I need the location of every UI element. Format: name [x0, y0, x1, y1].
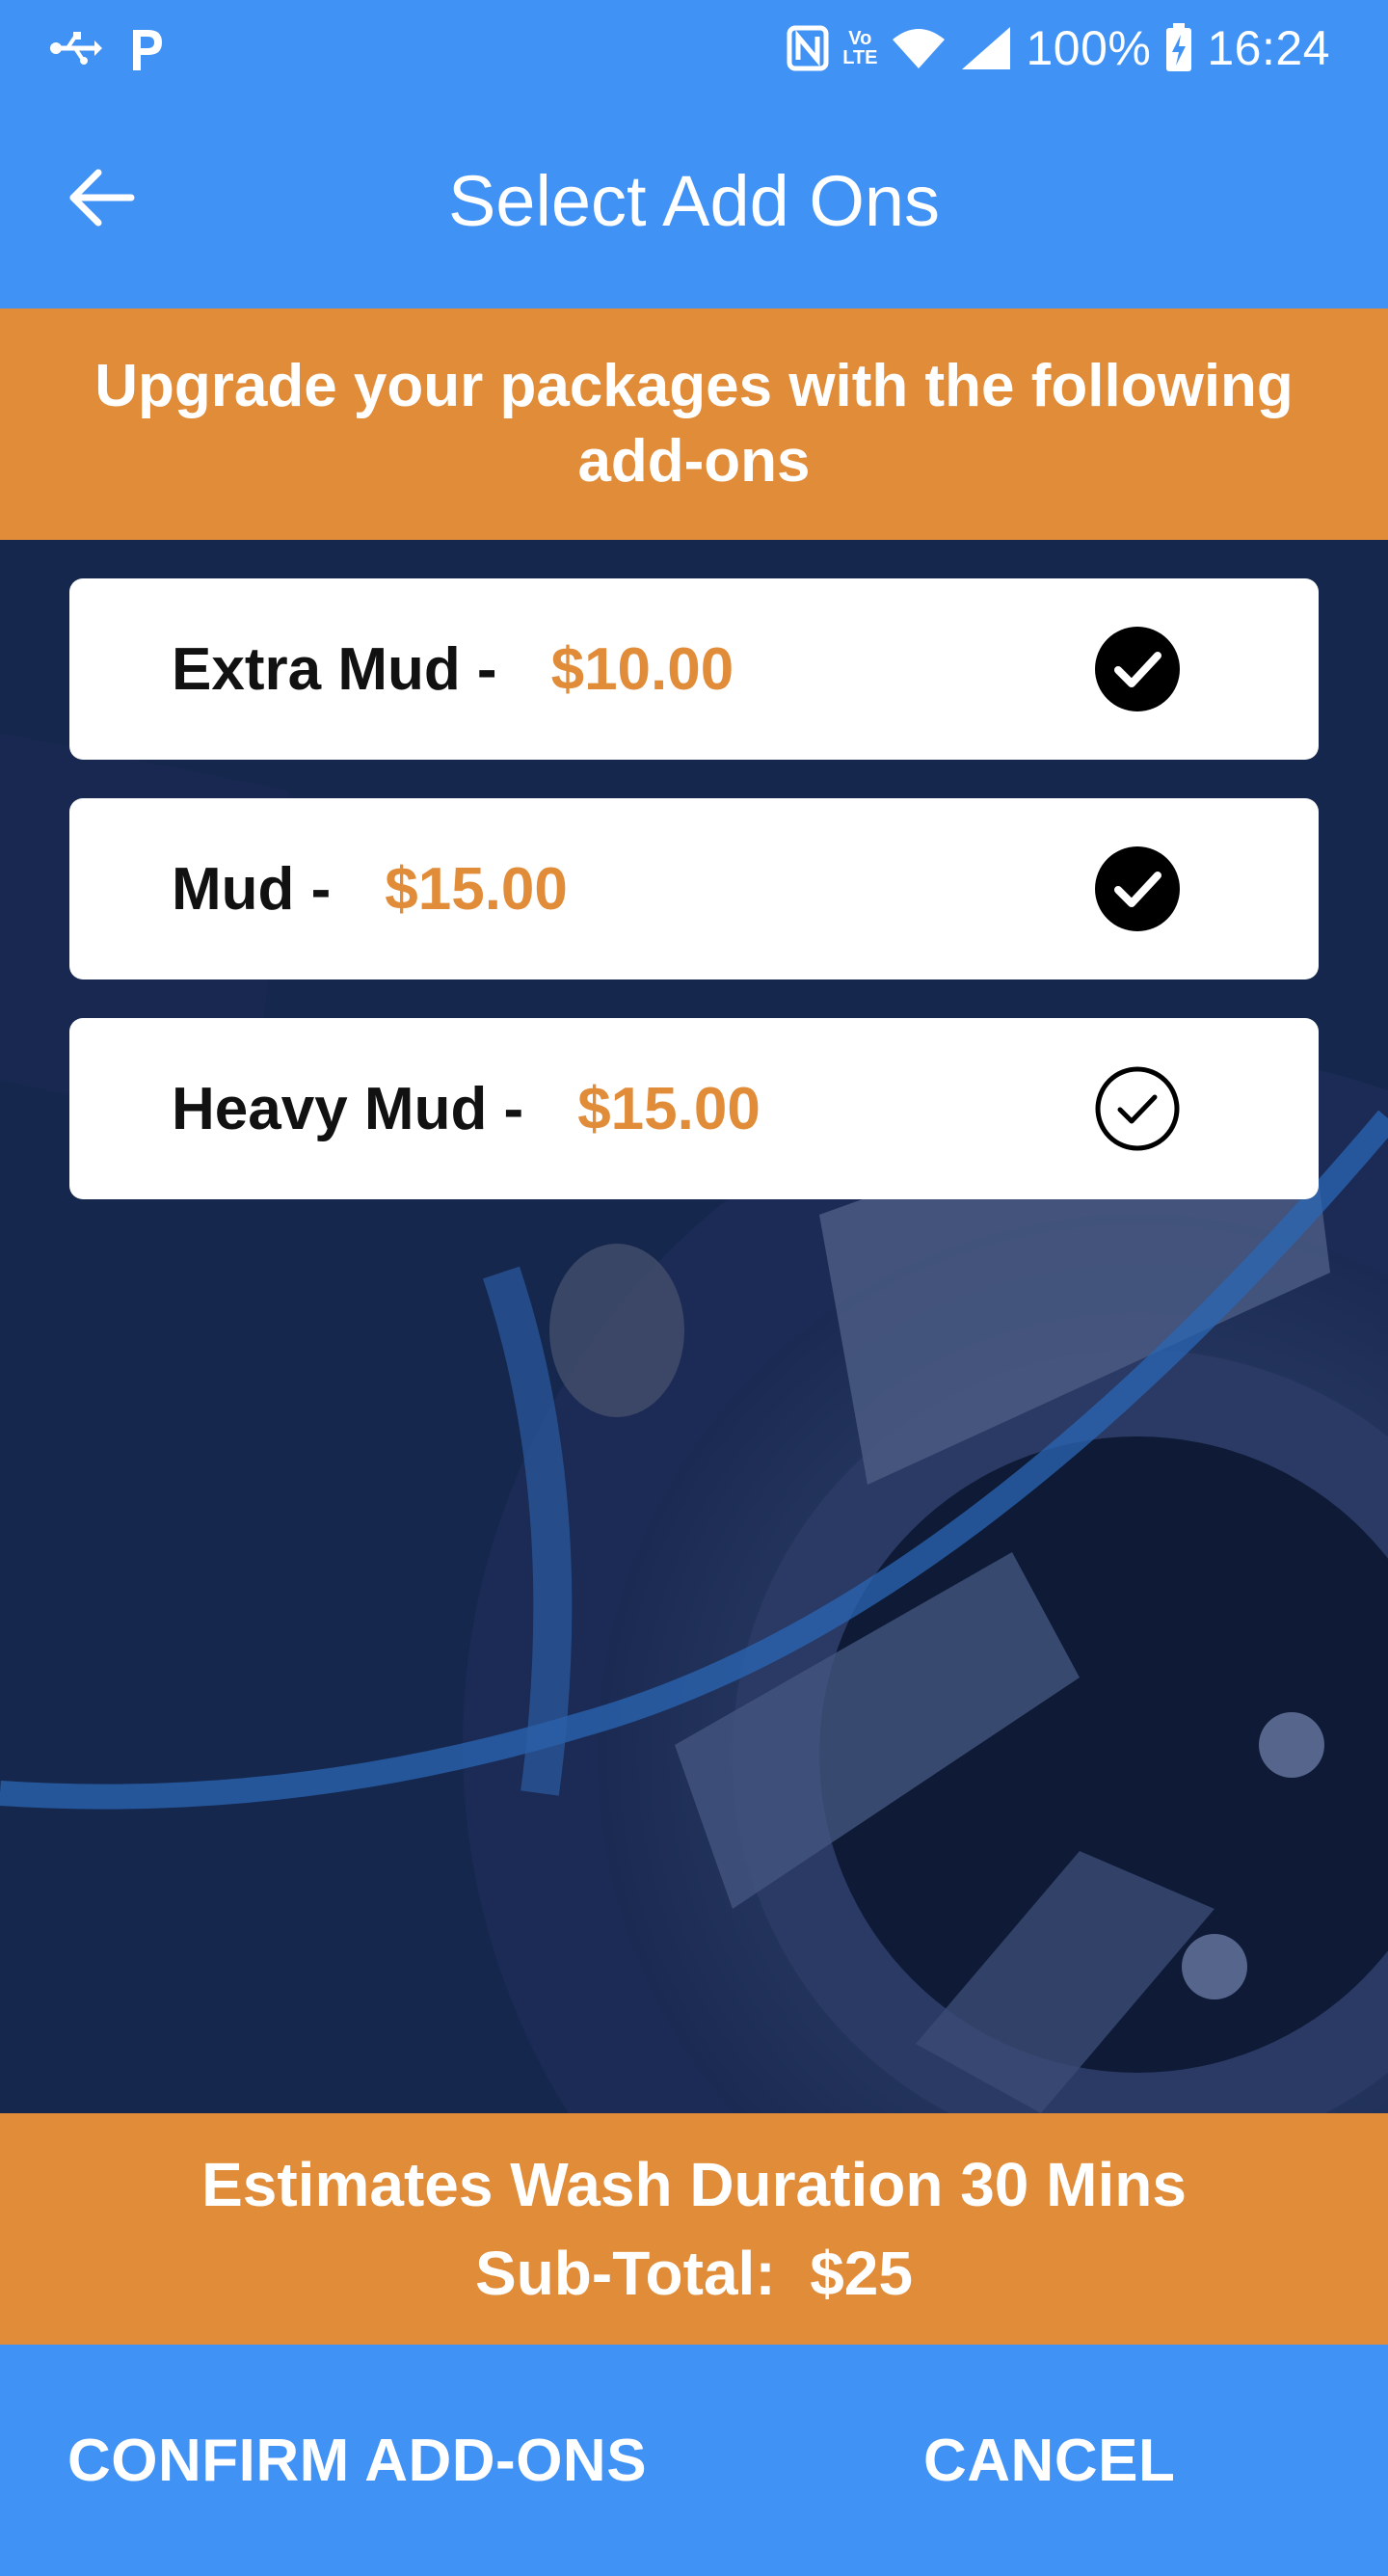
- unchecked-circle-icon[interactable]: [1093, 1064, 1182, 1153]
- banner-text: Upgrade your packages with the following…: [94, 353, 1294, 495]
- addon-item-mud[interactable]: Mud - $15.00: [69, 798, 1319, 979]
- cell-signal-icon: [960, 25, 1012, 71]
- wash-duration: Estimates Wash Duration 30 Mins: [201, 2150, 1187, 2219]
- addon-name: Extra Mud -: [172, 635, 497, 703]
- battery-percentage: 100%: [1026, 21, 1152, 75]
- status-right-icons: Vo LTE 100% 16:24: [787, 17, 1330, 79]
- addon-item-heavy-mud[interactable]: Heavy Mud - $15.00: [69, 1018, 1319, 1199]
- action-bar: CONFIRM ADD-ONS CANCEL: [0, 2345, 1388, 2576]
- clock: 16:24: [1207, 21, 1330, 75]
- usb-icon: [48, 29, 102, 67]
- page-title: Select Add Ons: [447, 161, 941, 241]
- addon-name: Heavy Mud -: [172, 1075, 524, 1142]
- addon-price: $15.00: [577, 1075, 761, 1142]
- app-bar: Select Add Ons: [0, 96, 1388, 309]
- upgrade-banner: Upgrade your packages with the following…: [0, 309, 1388, 540]
- parking-app-icon: [127, 24, 166, 72]
- checked-circle-icon[interactable]: [1093, 845, 1182, 933]
- cancel-button[interactable]: CANCEL: [923, 2345, 1175, 2576]
- addon-name: Mud -: [172, 855, 332, 923]
- confirm-addons-button[interactable]: CONFIRM ADD-ONS: [67, 2345, 647, 2576]
- sub-total: Sub-Total: $25: [475, 2239, 913, 2308]
- battery-icon: [1164, 23, 1193, 73]
- addon-price: $10.00: [550, 635, 734, 703]
- nfc-icon: [787, 25, 829, 71]
- checked-circle-icon[interactable]: [1093, 625, 1182, 713]
- status-bar: Vo LTE 100% 16:24: [0, 0, 1388, 96]
- summary-banner: Estimates Wash Duration 30 Mins Sub-Tota…: [0, 2113, 1388, 2345]
- wifi-icon: [891, 26, 947, 70]
- volte-bottom-label: LTE: [842, 47, 878, 68]
- volte-top-label: Vo: [848, 28, 872, 49]
- addon-list: Extra Mud - $10.00 Mud - $15.00 Heavy Mu…: [69, 578, 1319, 1238]
- addon-price: $15.00: [385, 855, 568, 923]
- addon-item-extra-mud[interactable]: Extra Mud - $10.00: [69, 578, 1319, 760]
- volte-icon: Vo LTE: [842, 29, 877, 67]
- status-left-icons: [48, 21, 166, 75]
